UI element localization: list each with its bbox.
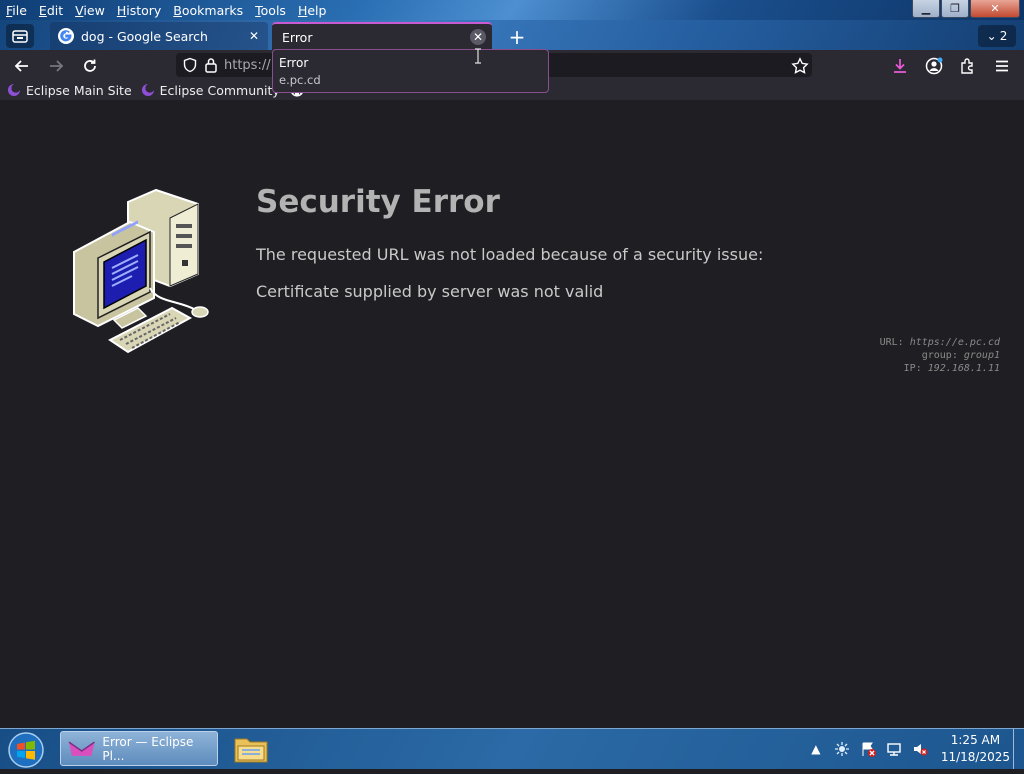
restore-button[interactable]: ❐ (941, 0, 969, 18)
bookmark-eclipse-main-site[interactable]: Eclipse Main Site (8, 83, 132, 98)
puzzle-icon (961, 58, 973, 74)
taskbar: Error — Eclipse Pl... ▲ 1:25 AM 11/18/20… (0, 728, 1024, 769)
eclipse-icon (8, 84, 20, 96)
tray-expand-icon[interactable]: ▲ (807, 740, 825, 758)
close-window-button[interactable]: ✕ (970, 0, 1020, 18)
network-activity-icon[interactable] (833, 740, 851, 758)
menu-help[interactable]: Help (292, 0, 333, 20)
volume-muted-icon[interactable] (911, 740, 929, 758)
list-all-tabs-button[interactable]: ⌄ 2 (978, 25, 1016, 47)
menu-history[interactable]: History (111, 0, 167, 20)
folder-icon (234, 738, 268, 763)
tab-google-search[interactable]: dog - Google Search ✕ (50, 22, 268, 50)
tab-close-icon[interactable]: ✕ (470, 29, 486, 45)
downloads-button[interactable] (889, 55, 911, 77)
error-detail: Certificate supplied by server was not v… (256, 282, 604, 301)
bookmark-label: Eclipse Main Site (26, 82, 132, 98)
menu-edit[interactable]: Edit (33, 0, 69, 20)
clock[interactable]: 1:25 AM 11/18/2025 (941, 732, 1010, 766)
tab-title: dog - Google Search (81, 28, 208, 44)
star-icon (791, 57, 809, 74)
start-button[interactable] (6, 730, 46, 770)
menu-bar: File Edit View History Bookmarks Tools H… (0, 0, 332, 20)
lock-icon[interactable] (204, 57, 218, 73)
arrow-right-icon (50, 60, 64, 72)
clock-time: 1:25 AM (950, 733, 1001, 747)
bookmark-star-button[interactable] (789, 55, 811, 77)
tab-title: Error (282, 29, 313, 45)
tooltip-title: Error (279, 56, 309, 70)
system-tray: ▲ 1:25 AM 11/18/2025 (803, 729, 1010, 769)
taskbar-file-explorer[interactable] (232, 733, 270, 765)
error-description: The requested URL was not loaded because… (256, 245, 764, 264)
tab-tooltip: Error e.pc.cd (272, 49, 549, 93)
menu-bookmarks[interactable]: Bookmarks (167, 0, 249, 20)
meta-group: group1 (963, 350, 1000, 361)
meta-url: https://e.pc.cd (909, 337, 1000, 348)
download-icon (894, 59, 906, 73)
browser-app-icon (68, 741, 95, 756)
show-desktop-button[interactable] (1013, 729, 1024, 769)
tab-close-icon[interactable]: ✕ (246, 28, 262, 44)
shield-icon[interactable] (182, 57, 198, 73)
window-titlebar: File Edit View History Bookmarks Tools H… (0, 0, 1024, 20)
menu-tools[interactable]: Tools (249, 0, 292, 20)
network-icon[interactable] (885, 740, 903, 758)
text-cursor-icon (475, 48, 481, 64)
action-center-flag-icon[interactable] (859, 740, 877, 758)
menu-file[interactable]: File (0, 0, 33, 20)
tooltip-url: e.pc.cd (279, 73, 321, 87)
firefox-view-icon (12, 30, 28, 43)
reload-icon (84, 59, 96, 72)
eclipse-icon (141, 84, 154, 96)
chevron-down-icon: ⌄ (986, 29, 997, 43)
minimize-button[interactable]: ▁ (912, 0, 940, 18)
tab-error[interactable]: Error ✕ (272, 22, 492, 50)
reload-button[interactable] (79, 55, 101, 77)
firefox-view-button[interactable] (6, 24, 34, 48)
bookmark-label: Eclipse Community (159, 82, 280, 98)
page-content: Security Error The requested URL was not… (0, 100, 1024, 728)
tab-count: 2 (999, 29, 1008, 43)
request-metadata: URL: https://e.pc.cd group: group1 IP: 1… (879, 337, 1000, 374)
account-icon (925, 57, 943, 75)
taskbar-item-label: Error — Eclipse Pl... (102, 734, 194, 763)
back-button[interactable] (11, 55, 33, 77)
app-menu-button[interactable] (991, 55, 1013, 77)
new-tab-button[interactable]: + (506, 25, 528, 49)
hamburger-icon (996, 60, 1008, 72)
account-button[interactable] (923, 55, 945, 77)
windows-start-icon (8, 732, 44, 768)
arrow-left-icon (14, 60, 28, 72)
computer-illustration (73, 188, 209, 354)
taskbar-firefox-window[interactable]: Error — Eclipse Pl... (60, 731, 218, 766)
meta-ip: 192.168.1.11 (927, 363, 1000, 374)
google-icon (58, 28, 74, 44)
extensions-button[interactable] (957, 55, 979, 77)
forward-button[interactable] (45, 55, 67, 77)
bookmark-eclipse-community[interactable]: Eclipse Community (141, 82, 280, 98)
clock-date: 11/18/2025 (940, 750, 1010, 764)
url-input[interactable]: https:// (224, 58, 271, 73)
menu-view[interactable]: View (69, 0, 111, 20)
error-title: Security Error (256, 184, 500, 220)
